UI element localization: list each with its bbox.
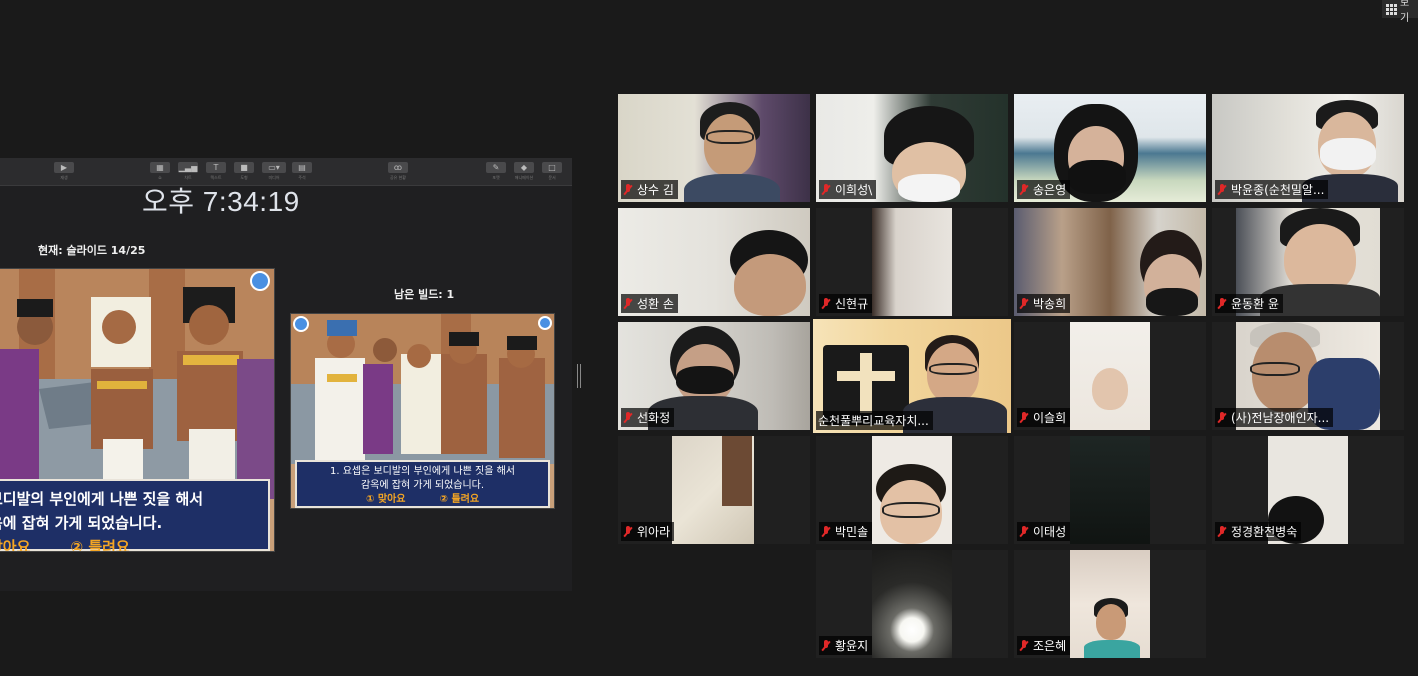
participant-name-tag: 선화정: [621, 408, 675, 427]
participant-tile[interactable]: 조은혜: [1014, 550, 1206, 658]
participant-tile[interactable]: 이희성\: [816, 94, 1008, 202]
participant-tile[interactable]: 이태성: [1014, 436, 1206, 544]
mic-muted-icon: [821, 183, 831, 196]
participant-name-tag: 조은혜: [1017, 636, 1071, 655]
mic-muted-icon: [1019, 525, 1029, 538]
participant-tile[interactable]: 박윤종(순천밀알...: [1212, 94, 1404, 202]
current-slide-answers: 맞아요 ② 틀려요: [0, 535, 262, 552]
participant-name-tag: 황윤지: [819, 636, 873, 655]
next-answer-no: ② 틀려요: [439, 494, 480, 505]
mic-muted-icon: [623, 183, 633, 196]
participant-name-tag: 성환 손: [621, 294, 678, 313]
participant-tile[interactable]: 위아라: [618, 436, 810, 544]
toolbar-collaborate-button[interactable]: ꝏ 공유 현황: [388, 162, 408, 181]
participant-tile[interactable]: 상수 김: [618, 94, 810, 202]
participant-tile[interactable]: 정경환전병숙: [1212, 436, 1404, 544]
mic-muted-icon: [1019, 183, 1029, 196]
next-slide[interactable]: 1. 요셉은 보디발의 부인에게 나쁜 짓을 해서 감옥에 잡혀 가게 되었습니…: [290, 313, 555, 509]
toolbar-show-button[interactable]: ▦ 쇼: [150, 162, 170, 181]
split-view-resize-handle[interactable]: [577, 364, 581, 388]
view-button-label: 보기: [1400, 0, 1410, 24]
participant-name-tag: 순천풀뿌리교육자치...: [816, 411, 933, 430]
next-slide-caption: 1. 요셉은 보디발의 부인에게 나쁜 짓을 해서 감옥에 잡혀 가게 되었습니…: [295, 460, 550, 508]
toolbar-document-button[interactable]: □ 문서: [542, 162, 562, 181]
mic-muted-icon: [1019, 297, 1029, 310]
toolbar-comment-button[interactable]: ▤ 주석: [292, 162, 312, 181]
participant-tile[interactable]: 윤동환 윤: [1212, 208, 1404, 316]
participant-name-tag: 신현규: [819, 294, 873, 313]
current-slide[interactable]: 보디발의 부인에게 나쁜 짓을 해서 옥에 잡혀 가게 되었습니다. 맞아요 ②…: [0, 268, 275, 552]
mic-muted-icon: [821, 639, 831, 652]
answer-no: ② 틀려요: [70, 538, 130, 552]
participant-name-tag: 송은영: [1017, 180, 1071, 199]
toolbar-format-button[interactable]: ✎ 포맷: [486, 162, 506, 181]
participant-name-tag: 정경환전병숙: [1215, 522, 1302, 541]
next-slide-line1: 1. 요셉은 보디발의 부인에게 나쁜 짓을 해서: [329, 466, 515, 477]
next-slide-logo-left-icon: [293, 316, 309, 332]
zoom-window: 보기 ▶ 재생 ▦ 쇼 ▁▃▅ 차트 T 텍스트 ■ 도형 ▭▾ 미디어 ▤ 주석 ꝏ 공유 현…: [0, 0, 1418, 676]
shared-screen: ▶ 재생 ▦ 쇼 ▁▃▅ 차트 T 텍스트 ■ 도형 ▭▾ 미디어 ▤ 주석 ꝏ 공유 현황 ✎…: [0, 158, 572, 591]
mic-muted-icon: [821, 297, 831, 310]
view-button[interactable]: 보기: [1382, 0, 1418, 24]
toolbar-text-button[interactable]: T 텍스트: [206, 162, 226, 181]
participant-tile[interactable]: 이슬희: [1014, 322, 1206, 430]
toolbar-shape-button[interactable]: ■ 도형: [234, 162, 254, 181]
participant-tile[interactable]: 송은영: [1014, 94, 1206, 202]
participant-name-tag: 이희성\: [819, 180, 877, 199]
participant-tile-active-speaker[interactable]: 순천풀뿌리교육자치...: [813, 319, 1011, 433]
mic-muted-icon: [1217, 297, 1227, 310]
participant-tile[interactable]: 선화정: [618, 322, 810, 430]
next-answer-yes: ① 맞아요: [365, 494, 406, 505]
participant-tile[interactable]: 성환 손: [618, 208, 810, 316]
current-slide-line2: 옥에 잡혀 가게 되었습니다.: [0, 514, 163, 532]
grid-icon: [1386, 3, 1397, 15]
participant-name-tag: 박송희: [1017, 294, 1071, 313]
slide-logo-icon: [250, 271, 270, 291]
current-slide-caption: 보디발의 부인에게 나쁜 짓을 해서 옥에 잡혀 가게 되었습니다. 맞아요 ②…: [0, 479, 270, 551]
participant-tile[interactable]: 신현규: [816, 208, 1008, 316]
mic-muted-icon: [1217, 411, 1227, 424]
next-slide-logo-right-icon: [538, 316, 552, 330]
next-slide-line2: 감옥에 잡혀 가게 되었습니다.: [360, 480, 485, 491]
participant-name-tag: 윤동환 윤: [1215, 294, 1283, 313]
mic-muted-icon: [1019, 411, 1029, 424]
toolbar-animate-button[interactable]: ◆ 애니메이션: [514, 162, 534, 181]
participant-name-tag: 이슬희: [1017, 408, 1071, 427]
current-slide-line1: 보디발의 부인에게 나쁜 짓을 해서: [0, 490, 204, 508]
mic-muted-icon: [1217, 183, 1227, 196]
toolbar-chart-button[interactable]: ▁▃▅ 차트: [178, 162, 198, 181]
toolbar-play-button[interactable]: ▶ 재생: [54, 162, 74, 181]
participant-name-tag: 박윤종(순천밀알...: [1215, 180, 1329, 199]
participant-tile[interactable]: 박송희: [1014, 208, 1206, 316]
toolbar-media-button[interactable]: ▭▾ 미디어: [262, 162, 286, 181]
participant-name-tag: 상수 김: [621, 180, 678, 199]
mic-muted-icon: [1217, 525, 1227, 538]
participant-name-tag: (사)전남장애인자...: [1215, 408, 1334, 427]
participant-tile[interactable]: (사)전남장애인자...: [1212, 322, 1404, 430]
participant-tile[interactable]: 박민솔: [816, 436, 1008, 544]
mic-muted-icon: [623, 525, 633, 538]
participant-tile[interactable]: 황윤지: [816, 550, 1008, 658]
current-slide-label: 현재: 슬라이드 14/25: [38, 244, 146, 257]
answer-yes: 맞아요: [0, 538, 31, 552]
mic-muted-icon: [821, 525, 831, 538]
participant-name-tag: 이태성: [1017, 522, 1071, 541]
participant-name-tag: 위아라: [621, 522, 675, 541]
mic-muted-icon: [1019, 639, 1029, 652]
mic-muted-icon: [623, 297, 633, 310]
presenter-clock: 오후 7:34:19: [142, 186, 300, 217]
mic-muted-icon: [623, 411, 633, 424]
next-slide-label: 남은 빌드: 1: [394, 288, 455, 301]
participant-name-tag: 박민솔: [819, 522, 873, 541]
next-slide-answers: ① 맞아요 ② 틀려요: [303, 493, 542, 507]
